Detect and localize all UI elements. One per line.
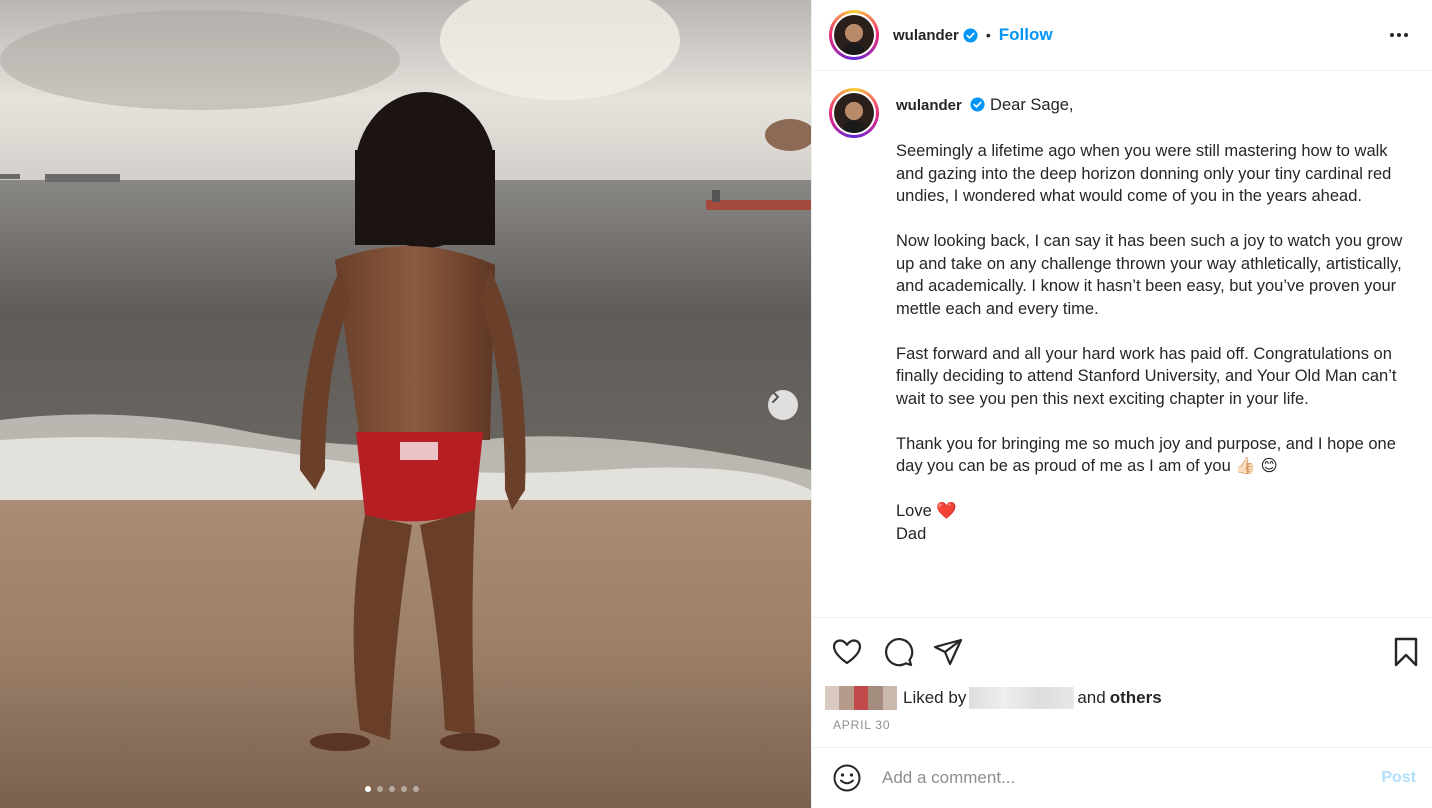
post-comment-button[interactable]: Post [1381, 769, 1416, 787]
author-username[interactable]: wulander [893, 27, 959, 44]
carousel-dot [412, 786, 419, 792]
comment-input[interactable] [882, 768, 1352, 788]
caption-paragraph: Fast forward and all your hard work has … [896, 344, 1397, 408]
post-date: APRIL 30 [833, 718, 891, 732]
post-actions [812, 617, 1432, 687]
avatar[interactable] [829, 10, 879, 60]
beach-photo-illustration [0, 0, 811, 808]
caption-paragraph: Now looking back, I can say it has been … [896, 232, 1403, 318]
caption-paragraph: Thank you for bringing me so much joy an… [896, 434, 1396, 476]
post-photo[interactable] [0, 0, 811, 808]
bookmark-save-icon[interactable] [1390, 636, 1422, 668]
caption-username[interactable]: wulander [896, 97, 962, 114]
more-options-icon[interactable] [1390, 28, 1412, 42]
liker-avatars [825, 686, 898, 710]
likes-connector: and [1077, 688, 1106, 707]
verified-badge-icon [970, 97, 985, 112]
follow-button[interactable]: Follow [999, 25, 1053, 45]
emoji-icon[interactable] [832, 763, 862, 793]
likes-others-link[interactable]: others [1110, 688, 1162, 708]
carousel-indicator [0, 786, 811, 792]
like-heart-icon[interactable] [831, 636, 863, 668]
chevron-right-icon [772, 391, 779, 403]
carousel-dot [376, 786, 383, 792]
liker-name-blurred [969, 687, 1075, 709]
caption-signoff-dad: Dad [896, 524, 927, 543]
carousel-dot [388, 786, 395, 792]
carousel-next-button[interactable] [768, 390, 798, 420]
carousel-dot [400, 786, 407, 792]
liked-by-prefix: Liked by [903, 688, 967, 707]
caption-section: wulander Dear Sage, Seemingly a lifetime… [812, 72, 1432, 617]
likes-summary[interactable]: Liked by and others [825, 686, 1162, 710]
post-details-panel: wulander • Follow wulander Dear Sage, Se… [811, 0, 1432, 808]
caption-paragraph: Seemingly a lifetime ago when you were s… [896, 142, 1392, 205]
caption-signoff-love: Love ❤️ [896, 502, 957, 520]
share-send-icon[interactable] [932, 636, 964, 668]
verified-badge-icon [963, 27, 978, 43]
comment-icon[interactable] [882, 636, 914, 668]
caption-greeting: Dear Sage, [990, 96, 1074, 114]
comment-composer: Post [812, 747, 1432, 808]
caption-avatar[interactable] [829, 88, 879, 138]
carousel-dot [364, 786, 371, 792]
header-separator: • [985, 27, 991, 43]
caption-text: wulander Dear Sage, Seemingly a lifetime… [896, 94, 1406, 545]
post-header: wulander • Follow [812, 0, 1432, 71]
